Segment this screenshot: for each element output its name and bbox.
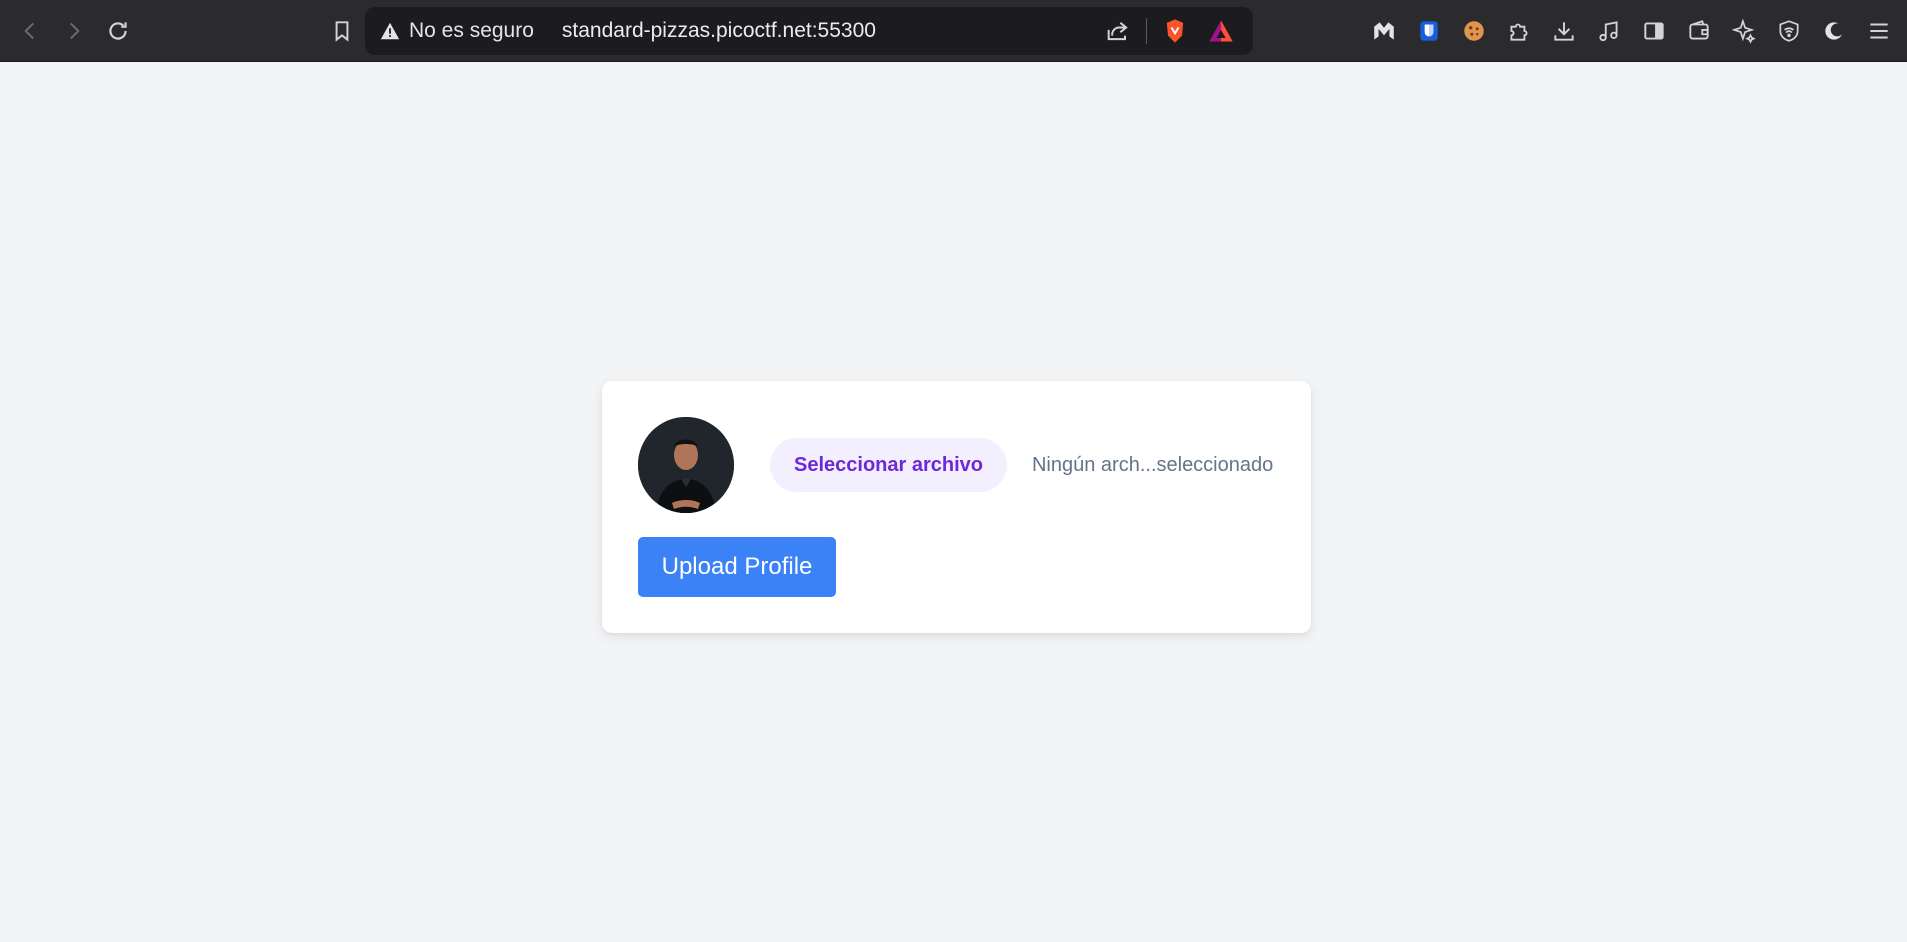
upload-profile-button[interactable]: Upload Profile [638,537,836,597]
profile-photo [638,417,734,513]
sidebar-icon[interactable] [1631,9,1676,53]
vpn-icon[interactable] [1766,9,1811,53]
menu-icon[interactable] [1856,9,1901,53]
upload-card: Seleccionar archivo Ningún arch...selecc… [602,381,1311,633]
reload-icon[interactable] [96,9,140,53]
security-label: No es seguro [409,19,534,42]
file-row: Seleccionar archivo Ningún arch...selecc… [638,417,1273,513]
bookmark-icon[interactable] [320,9,364,53]
warning-icon [380,22,400,40]
bitwarden-icon[interactable] [1406,9,1451,53]
address-bar[interactable]: No es seguro standard-pizzas.picoctf.net… [365,7,1253,55]
nav-group [8,9,364,53]
download-icon[interactable] [1541,9,1586,53]
forward-icon[interactable] [52,9,96,53]
brave-rewards-icon[interactable] [1203,13,1239,49]
browser-toolbar: No es seguro standard-pizzas.picoctf.net… [0,0,1907,62]
avatar [638,417,734,513]
moon-icon[interactable] [1811,9,1856,53]
extensions-bar [1361,0,1907,62]
malwarebytes-icon[interactable] [1361,9,1406,53]
back-icon[interactable] [8,9,52,53]
wallet-icon[interactable] [1676,9,1721,53]
choose-file-button[interactable]: Seleccionar archivo [770,438,1007,492]
security-indicator[interactable]: No es seguro [379,19,534,43]
puzzle-extensions-icon[interactable] [1496,9,1541,53]
brave-shields-icon[interactable] [1157,13,1193,49]
url-text[interactable]: standard-pizzas.picoctf.net:55300 [562,19,1100,43]
share-icon[interactable] [1100,13,1136,49]
url-divider [1146,18,1147,44]
music-icon[interactable] [1586,9,1631,53]
leo-ai-icon[interactable] [1721,9,1766,53]
file-status: Ningún arch...seleccionado [1031,453,1274,476]
cookie-icon[interactable] [1451,9,1496,53]
url-actions [1100,13,1239,49]
page-content: Seleccionar archivo Ningún arch...selecc… [0,62,1907,942]
